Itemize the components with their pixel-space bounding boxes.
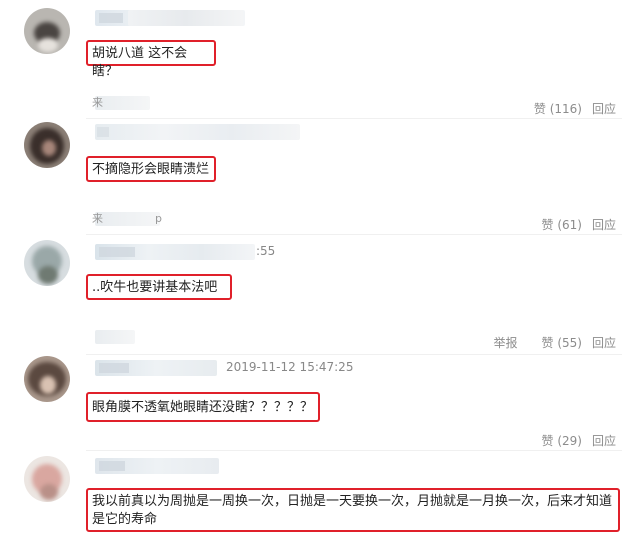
divider: [86, 234, 622, 235]
avatar[interactable]: [24, 122, 70, 168]
comment-item: 来 赞 (116) 回应 不摘隐形会眼睛溃烂: [0, 92, 640, 202]
avatar[interactable]: [24, 356, 70, 402]
comment-text: 不摘隐形会眼睛溃烂: [92, 162, 210, 177]
comment-text: 眼角膜不透氧她眼睛还没瞎？？？？？: [92, 400, 314, 415]
like-button[interactable]: 赞 (61): [542, 216, 582, 233]
divider: [86, 450, 622, 451]
source-prefix: 来: [92, 212, 103, 225]
comment-item: 来 p 赞 (61) 回应 :55 ..吹牛也要讲基本法吧: [0, 202, 640, 314]
username-blurred[interactable]: [95, 458, 219, 474]
username-blurred[interactable]: [95, 244, 255, 260]
source-line: 来 p: [92, 212, 162, 226]
avatar[interactable]: [24, 8, 70, 54]
comment-text: 我以前真以为周抛是一周换一次，日抛是一天要换一次，月抛就是一月换一次，后来才知道…: [92, 494, 613, 527]
comment-item: 胡说八道 这不会瞎？: [0, 0, 640, 92]
comment-actions: 赞 (61) 回应: [542, 216, 616, 233]
comment-text: 胡说八道 这不会瞎？: [92, 46, 188, 79]
divider: [86, 354, 622, 355]
username-blurred[interactable]: [95, 360, 217, 376]
username-blurred[interactable]: [95, 124, 300, 140]
comment-text-highlight: 我以前真以为周抛是一周换一次，日抛是一天要换一次，月抛就是一月换一次，后来才知道…: [86, 488, 620, 532]
reply-button[interactable]: 回应: [592, 334, 616, 351]
comment-text: ..吹牛也要讲基本法吧: [92, 280, 218, 295]
timestamp: :55: [256, 244, 276, 258]
like-button[interactable]: 赞 (55): [542, 334, 582, 351]
like-button[interactable]: 赞 (116): [534, 100, 582, 117]
comment-text-highlight: 眼角膜不透氧她眼睛还没瞎？？？？？: [86, 392, 320, 422]
like-button[interactable]: 赞 (29): [542, 432, 582, 449]
reply-button[interactable]: 回应: [592, 216, 616, 233]
source-line: 来: [92, 96, 150, 110]
source-prefix: 来: [92, 96, 103, 109]
source-line: [95, 330, 135, 344]
comment-text-highlight: 胡说八道 这不会瞎？: [86, 40, 216, 79]
report-button[interactable]: 举报: [494, 334, 518, 351]
comment-actions: 举报 赞 (55) 回应: [494, 334, 616, 351]
comment-text-highlight: 不摘隐形会眼睛溃烂: [86, 156, 216, 182]
comment-item: 举报 赞 (55) 回应 2019-11-12 15:47:25 眼角膜不透氧她…: [0, 314, 640, 430]
divider: [86, 118, 622, 119]
source-suffix: p: [155, 212, 162, 225]
timestamp: 2019-11-12 15:47:25: [226, 360, 354, 374]
comment-actions: 赞 (29) 回应: [542, 432, 616, 449]
user-meta-blurred: [128, 10, 243, 26]
reply-button[interactable]: 回应: [592, 100, 616, 117]
comment-actions: 赞 (116) 回应: [534, 100, 616, 117]
avatar[interactable]: [24, 456, 70, 502]
comment-item: 赞 (29) 回应 我以前真以为周抛是一周换一次，日抛是一天要换一次，月抛就是一…: [0, 430, 640, 552]
comment-text-highlight: ..吹牛也要讲基本法吧: [86, 274, 232, 300]
avatar[interactable]: [24, 240, 70, 286]
reply-button[interactable]: 回应: [592, 432, 616, 449]
